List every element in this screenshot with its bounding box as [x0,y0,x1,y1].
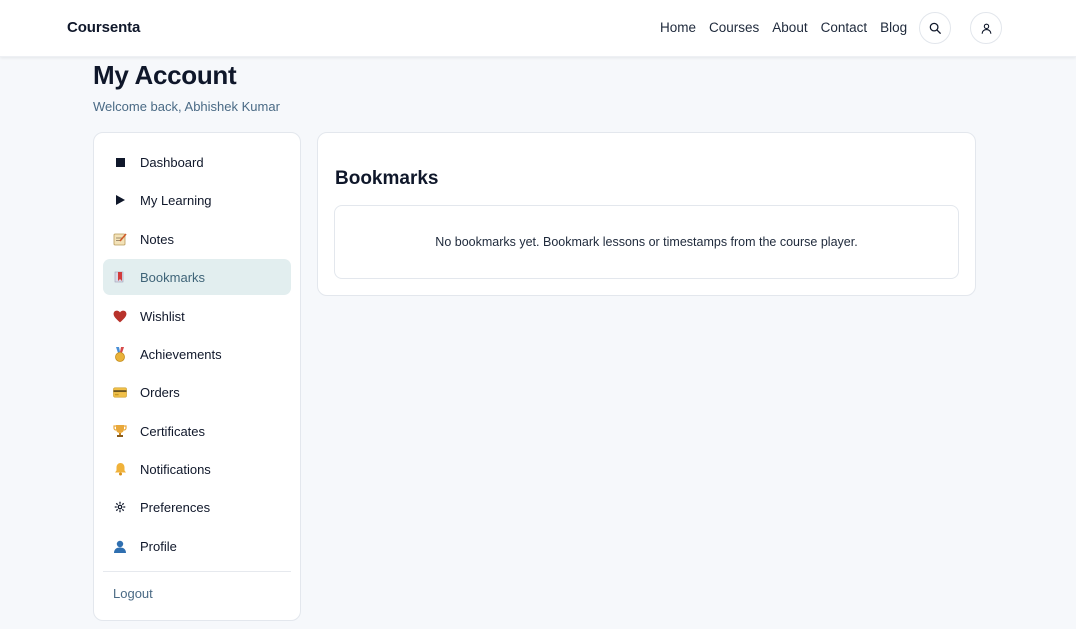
account-button[interactable] [970,12,1002,44]
account-sidebar: Dashboard My Learning Notes Bookmarks Wi… [93,132,301,621]
section-title: Bookmarks [335,168,439,189]
sidebar-item-wishlist[interactable]: Wishlist [103,298,291,334]
gear-icon [113,500,127,514]
main-nav: Home Courses About Contact Blog [660,20,907,35]
welcome-message: Welcome back, Abhishek Kumar [93,99,280,114]
top-navbar: Coursenta Home Courses About Contact Blo… [0,0,1076,57]
sidebar-item-bookmarks[interactable]: Bookmarks [103,259,291,295]
sidebar-item-dashboard[interactable]: Dashboard [103,144,291,180]
sidebar-item-label: Wishlist [140,308,185,324]
nav-home[interactable]: Home [660,20,696,35]
nav-blog[interactable]: Blog [880,20,907,35]
credit-card-icon [113,385,127,399]
sidebar-item-label: Notes [140,231,174,247]
sidebar-item-label: Orders [140,384,180,400]
sidebar-item-profile[interactable]: Profile [103,528,291,564]
person-icon [113,539,127,553]
sidebar-item-label: Achievements [140,346,222,362]
sidebar-item-label: Notifications [140,461,211,477]
trophy-icon [113,424,127,438]
sidebar-divider [103,571,291,572]
memo-icon [113,232,127,246]
sidebar-item-orders[interactable]: Orders [103,374,291,410]
sidebar-item-certificates[interactable]: Certificates [103,413,291,449]
bookmarks-panel: Bookmarks No bookmarks yet. Bookmark les… [317,132,976,296]
sidebar-item-label: My Learning [140,192,212,208]
page-title: My Account [93,60,237,90]
sidebar-item-preferences[interactable]: Preferences [103,489,291,525]
sidebar-item-notes[interactable]: Notes [103,221,291,257]
heart-icon [113,309,127,323]
logout-link[interactable]: Logout [113,586,153,601]
nav-courses[interactable]: Courses [709,20,759,35]
nav-contact[interactable]: Contact [821,20,868,35]
bookmark-icon [113,270,127,284]
medal-icon [113,346,127,362]
sidebar-item-achievements[interactable]: Achievements [103,336,291,372]
sidebar-item-my-learning[interactable]: My Learning [103,182,291,218]
sidebar-item-label: Dashboard [140,154,204,170]
play-icon [113,193,127,207]
brand-logo[interactable]: Coursenta [67,19,140,36]
bell-icon [113,462,127,476]
user-icon [981,23,991,34]
search-icon [929,22,941,34]
sidebar-item-label: Preferences [140,499,211,515]
empty-state: No bookmarks yet. Bookmark lessons or ti… [334,205,959,279]
nav-about[interactable]: About [772,20,807,35]
sidebar-item-label: Profile [140,538,177,554]
search-button[interactable] [919,12,951,44]
sidebar-item-label: Bookmarks [140,269,206,285]
sidebar-item-label: Certificates [140,423,206,439]
square-icon [113,155,127,169]
empty-state-message: No bookmarks yet. Bookmark lessons or ti… [435,235,858,249]
sidebar-item-notifications[interactable]: Notifications [103,451,291,487]
